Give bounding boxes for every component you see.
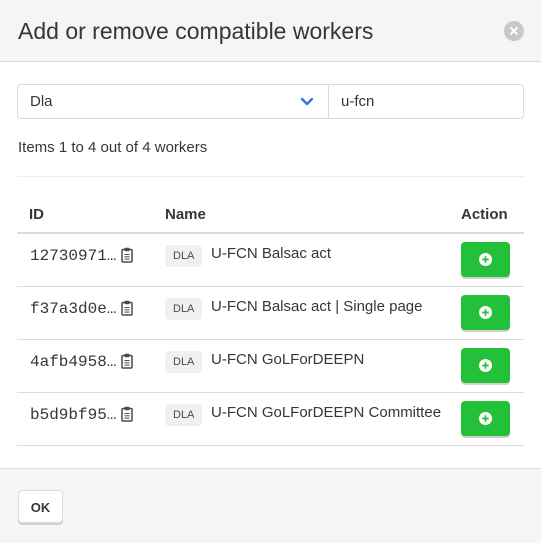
table-header: ID Name Action — [17, 196, 524, 234]
separator — [17, 176, 524, 177]
clipboard-icon[interactable] — [121, 406, 133, 422]
column-header-name: Name — [165, 206, 206, 223]
worker-id: b5d9bf95… — [30, 406, 117, 424]
modal-title: Add or remove compatible workers — [18, 18, 374, 44]
table-row: 12730971… DLA U-FCN Balsac act — [17, 234, 524, 287]
worker-id: 4afb4958… — [30, 353, 117, 371]
modal-footer: OK — [0, 468, 541, 543]
modal-header: Add or remove compatible workers — [0, 0, 541, 62]
worker-search-input[interactable] — [328, 84, 524, 119]
worker-type-tag: DLA — [165, 298, 203, 320]
column-header-action: Action — [461, 206, 508, 223]
worker-name: U-FCN GoLForDEEPN — [211, 351, 365, 368]
compatible-workers-modal: Add or remove compatible workers Dla Ite… — [0, 0, 541, 543]
filter-bar: Dla — [17, 84, 524, 119]
plus-circle-icon — [479, 412, 492, 425]
worker-type-tag: DLA — [165, 404, 203, 426]
worker-name: U-FCN Balsac act | Single page — [211, 298, 423, 315]
column-header-id: ID — [29, 206, 44, 223]
table-row: f37a3d0e… DLA U-FCN Balsac act | Single … — [17, 287, 524, 340]
table-row: b5d9bf95… DLA U-FCN GoLForDEEPN Committe… — [17, 393, 524, 446]
close-icon[interactable] — [504, 21, 524, 41]
table-row: 4afb4958… DLA U-FCN GoLForDEEPN — [17, 340, 524, 393]
ok-button[interactable]: OK — [18, 490, 63, 523]
clipboard-icon[interactable] — [121, 247, 133, 263]
plus-circle-icon — [479, 359, 492, 372]
chevron-down-icon — [300, 97, 314, 106]
worker-name: U-FCN GoLForDEEPN Committee — [211, 404, 442, 421]
worker-id: 12730971… — [30, 247, 117, 265]
worker-name: U-FCN Balsac act — [211, 245, 332, 262]
worker-type-select[interactable]: Dla — [17, 84, 329, 119]
clipboard-icon[interactable] — [121, 353, 133, 369]
workers-table: ID Name Action 12730971… DLA U-FCN Balsa… — [17, 196, 524, 446]
pagination-info: Items 1 to 4 out of 4 workers — [18, 139, 208, 156]
worker-type-tag: DLA — [165, 245, 203, 267]
clipboard-icon[interactable] — [121, 300, 133, 316]
worker-type-tag: DLA — [165, 351, 203, 373]
add-worker-button[interactable] — [461, 348, 510, 383]
worker-id: f37a3d0e… — [30, 300, 117, 318]
add-worker-button[interactable] — [461, 401, 510, 436]
plus-circle-icon — [479, 253, 492, 266]
worker-type-value: Dla — [30, 93, 53, 110]
add-worker-button[interactable] — [461, 295, 510, 330]
plus-circle-icon — [479, 306, 492, 319]
add-worker-button[interactable] — [461, 242, 510, 277]
